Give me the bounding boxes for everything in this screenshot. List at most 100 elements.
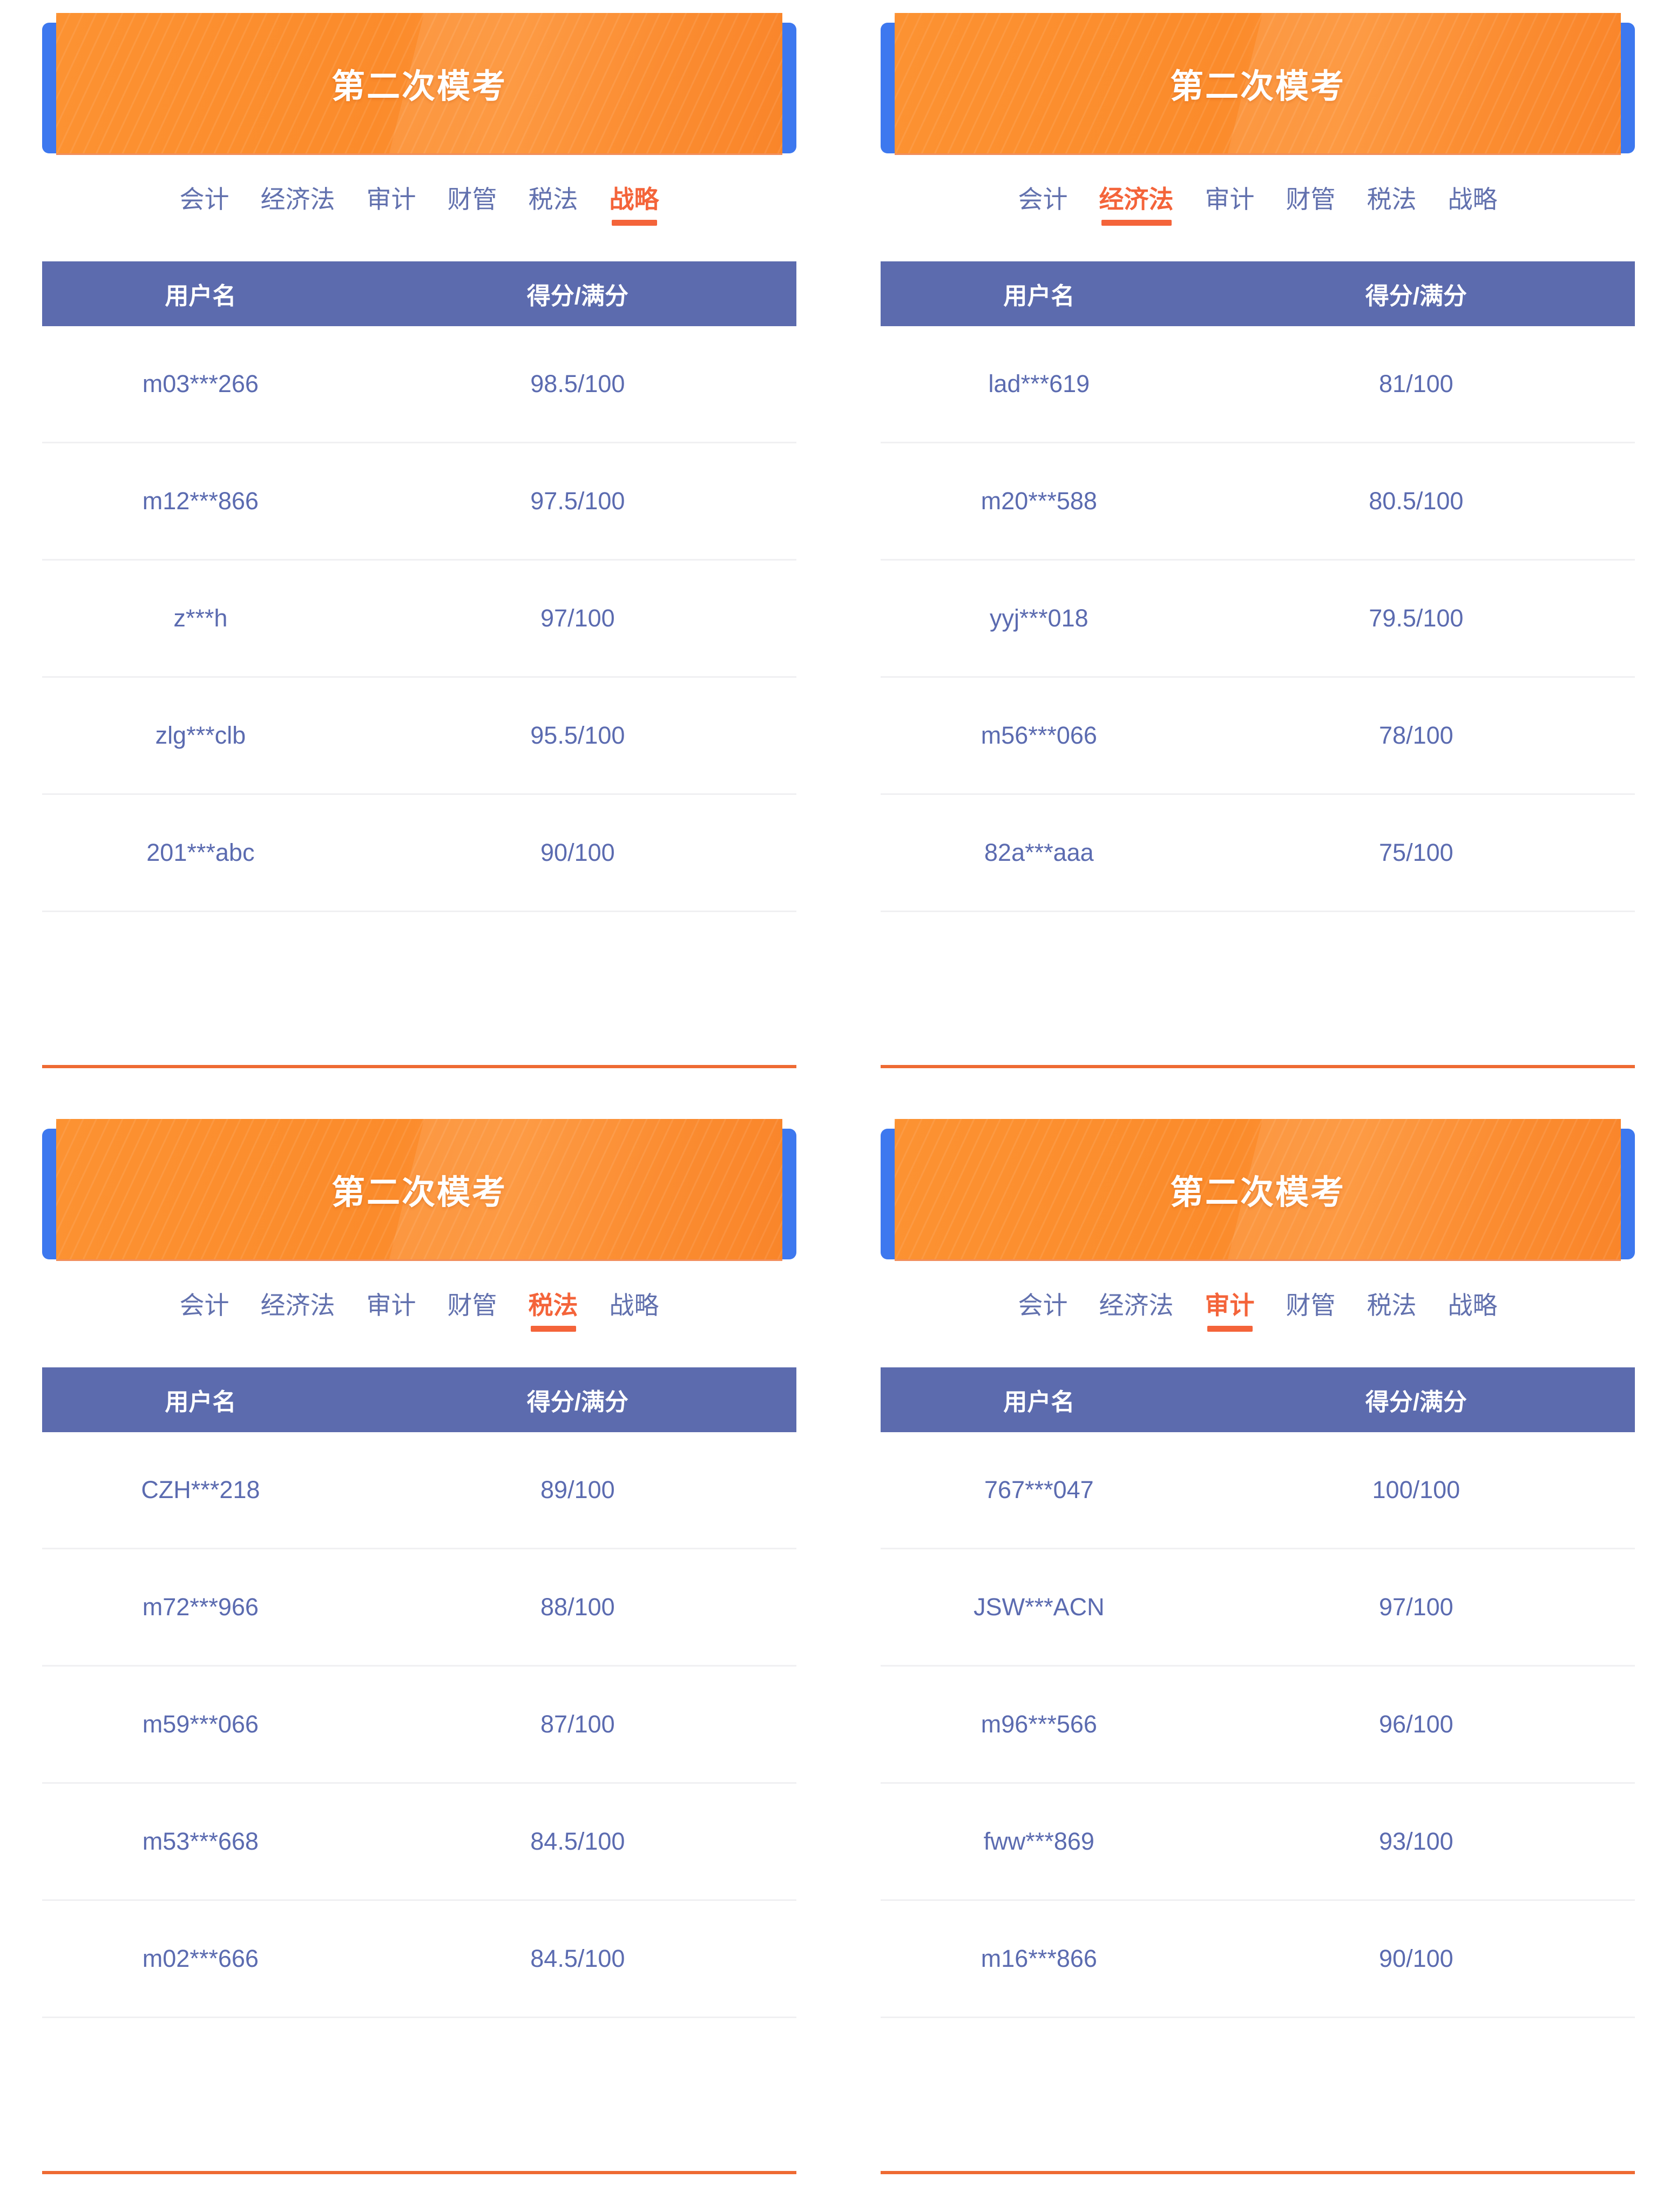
cell-username: 767***047 — [984, 1476, 1094, 1503]
banner-right-ear-decoration — [782, 23, 796, 153]
tab-label: 财管 — [1286, 1291, 1336, 1319]
column-header-username: 用户名 — [165, 283, 236, 309]
tab-subject-1[interactable]: 经济法 — [261, 1293, 335, 1332]
banner-ribbon: 第二次模考 — [895, 1119, 1621, 1259]
tab-subject-0[interactable]: 会计 — [180, 1293, 229, 1332]
column-header-score: 得分/满分 — [526, 283, 628, 309]
cell-score: 93/100 — [1379, 1827, 1453, 1855]
table-row: JSW***ACN 97/100 — [881, 1549, 1635, 1667]
cell-username: m20***588 — [980, 487, 1097, 515]
cell-username: 201***abc — [146, 839, 255, 866]
table-row: z***h 97/100 — [42, 561, 796, 678]
cell-score: 87/100 — [540, 1710, 615, 1738]
banner-underline — [895, 1259, 1621, 1261]
exam-leaderboard-panel: 第二次模考会计 经济法 审计 财管 税法 战略用户名 得分/满分 lad***619 81/10… — [838, 0, 1677, 1106]
tab-subject-5[interactable]: 战略 — [1448, 1293, 1498, 1332]
banner-title: 第二次模考 — [331, 68, 507, 105]
tab-label: 会计 — [179, 185, 229, 213]
panel-bottom-divider — [881, 2171, 1635, 2174]
exam-leaderboard-panel: 第二次模考会计 经济法 审计 财管 税法 战略用户名 得分/满分 CZH***218 89/10… — [0, 1106, 838, 2212]
table-header-row: 用户名 得分/满分 — [42, 261, 796, 326]
cell-username: z***h — [173, 604, 228, 632]
table-row: lad***619 81/100 — [881, 326, 1635, 443]
table-row: m02***666 84.5/100 — [42, 1901, 796, 2018]
exam-banner: 第二次模考 — [42, 13, 796, 155]
exam-leaderboard-panel: 第二次模考 会计 经济法 审计 财管 税法 战略 用户名 得分/满分 767***047 100/1… — [838, 1106, 1677, 2212]
table-row: m56***066 78/100 — [881, 678, 1635, 795]
table-row: m72***966 88/100 — [42, 1549, 796, 1667]
tab-subject-2[interactable]: 审计 — [367, 1293, 416, 1332]
exam-banner: 第二次模考 — [881, 13, 1635, 155]
tab-label: 战略 — [1448, 185, 1498, 213]
tab-subject-2[interactable]: 审计 — [367, 187, 416, 226]
subject-tab-bar: 会计 经济法 审计 财管 税法 战略 — [876, 1293, 1639, 1358]
panel-bottom-divider — [881, 1065, 1635, 1068]
tab-subject-4-active[interactable]: 税法 — [529, 1293, 578, 1332]
cell-score: 88/100 — [540, 1593, 615, 1621]
tab-subject-0[interactable]: 会计 — [180, 187, 229, 226]
table-row: CZH***218 89/100 — [42, 1432, 796, 1549]
tab-subject-3[interactable]: 财管 — [1286, 187, 1336, 226]
tab-subject-3[interactable]: 财管 — [448, 187, 497, 226]
tab-label: 审计 — [1205, 185, 1255, 213]
banner-title: 第二次模考 — [331, 1174, 507, 1211]
banner-right-ear-decoration — [782, 1129, 796, 1259]
table-row: m20***588 80.5/100 — [881, 443, 1635, 561]
banner-title: 第二次模考 — [1169, 68, 1345, 105]
table-row: zlg***clb 95.5/100 — [42, 678, 796, 795]
tab-subject-4[interactable]: 税法 — [1367, 1293, 1417, 1332]
tab-subject-3[interactable]: 财管 — [448, 1293, 497, 1332]
tab-subject-0[interactable]: 会计 — [1018, 1293, 1068, 1332]
tab-subject-4[interactable]: 税法 — [529, 187, 578, 226]
ranking-table: 用户名 得分/满分 CZH***218 89/100 m72***966 88/100 m5… — [42, 1367, 796, 2018]
column-header-username: 用户名 — [1003, 283, 1075, 309]
tab-label: 经济法 — [260, 185, 335, 213]
cell-score: 79.5/100 — [1369, 604, 1464, 632]
column-header-score: 得分/满分 — [1365, 1389, 1467, 1415]
cell-username: fww***869 — [983, 1827, 1094, 1855]
tab-subject-4[interactable]: 税法 — [1367, 187, 1417, 226]
tab-label: 财管 — [447, 1291, 497, 1319]
table-row: m16***866 90/100 — [881, 1901, 1635, 2018]
cell-username: m56***066 — [980, 721, 1097, 749]
tab-label: 财管 — [1286, 185, 1336, 213]
cell-score: 90/100 — [1379, 1945, 1453, 1972]
table-row: 201***abc 90/100 — [42, 795, 796, 912]
tab-label: 审计 — [366, 1291, 416, 1319]
cell-username: m96***566 — [980, 1710, 1097, 1738]
tab-subject-0[interactable]: 会计 — [1018, 187, 1068, 226]
banner-left-ear-decoration — [881, 23, 895, 153]
tab-subject-1[interactable]: 经济法 — [261, 187, 335, 226]
tab-subject-2[interactable]: 审计 — [1205, 187, 1255, 226]
column-header-score: 得分/满分 — [1365, 283, 1467, 309]
cell-score: 81/100 — [1379, 370, 1453, 397]
cell-username: CZH***218 — [141, 1476, 260, 1503]
tab-subject-5[interactable]: 战略 — [1448, 187, 1498, 226]
cell-username: lad***619 — [988, 370, 1090, 397]
cell-score: 96/100 — [1379, 1710, 1453, 1738]
tab-subject-1[interactable]: 经济法 — [1099, 1293, 1174, 1332]
cell-username: m72***966 — [142, 1593, 259, 1621]
tab-subject-2-active[interactable]: 审计 — [1205, 1293, 1255, 1332]
tab-label: 战略 — [609, 185, 659, 213]
cell-username: m59***066 — [142, 1710, 259, 1738]
tab-subject-5-active[interactable]: 战略 — [610, 187, 659, 226]
tab-subject-3[interactable]: 财管 — [1286, 1293, 1336, 1332]
exam-banner: 第二次模考 — [881, 1119, 1635, 1261]
tab-label: 税法 — [528, 1291, 578, 1319]
tab-subject-5[interactable]: 战略 — [610, 1293, 659, 1332]
tab-active-underline — [1207, 1326, 1253, 1332]
banner-ribbon: 第二次模考 — [56, 13, 782, 153]
banner-ribbon: 第二次模考 — [56, 1119, 782, 1259]
column-header-score: 得分/满分 — [526, 1389, 628, 1415]
cell-score: 89/100 — [540, 1476, 615, 1503]
tab-label: 会计 — [1018, 185, 1068, 213]
tab-label: 审计 — [366, 185, 416, 213]
tab-subject-1-active[interactable]: 经济法 — [1099, 187, 1174, 226]
tab-label: 税法 — [1367, 1291, 1417, 1319]
column-header-username: 用户名 — [165, 1389, 236, 1415]
tab-label: 会计 — [179, 1291, 229, 1319]
tab-label: 审计 — [1205, 1291, 1255, 1319]
cell-username: m12***866 — [142, 487, 259, 515]
cell-username: m02***666 — [142, 1945, 259, 1972]
